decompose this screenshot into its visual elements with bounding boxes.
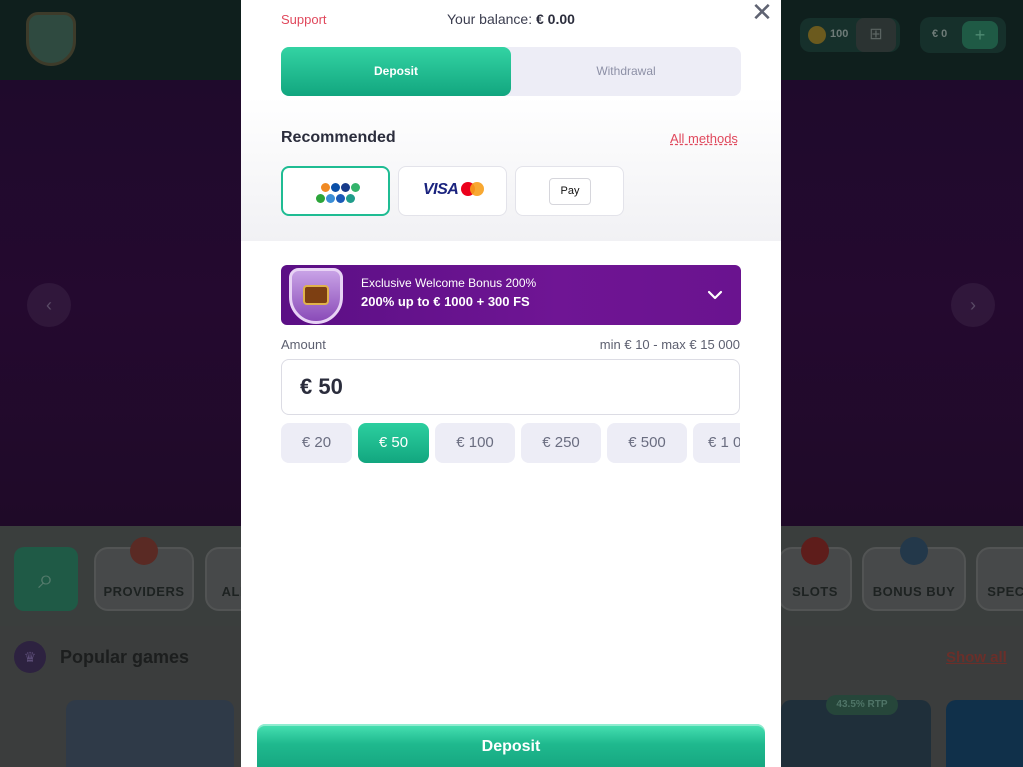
close-icon[interactable]: ✕: [750, 0, 774, 25]
welcome-bonus-selector[interactable]: Exclusive Welcome Bonus 200% 200% up to …: [281, 265, 741, 325]
game-tile: [66, 700, 234, 767]
category-label: SLOTS: [792, 584, 838, 599]
site-logo: [26, 12, 76, 66]
category-special: SPEC: [976, 547, 1023, 611]
deposit-button[interactable]: Deposit: [257, 724, 765, 767]
bonus-title: Exclusive Welcome Bonus 200%: [361, 276, 537, 290]
category-bonus-buy: BONUS BUY: [862, 537, 966, 611]
quick-amounts: € 20 € 50 € 100 € 250 € 500 € 1 000: [281, 423, 740, 463]
visa-icon: VISA: [423, 181, 459, 198]
amount-label: Amount: [281, 337, 326, 352]
quick-amount-100[interactable]: € 100: [435, 423, 515, 463]
crown-icon: ♛: [14, 641, 46, 673]
banner-next-icon: ›: [951, 283, 995, 327]
category-providers: PROVIDERS: [94, 537, 194, 611]
category-slots: SLOTS: [778, 537, 852, 611]
bonus-shield-icon: [289, 268, 343, 324]
joystick-icon: [130, 537, 158, 565]
payment-method-bank-transfer[interactable]: [281, 166, 390, 216]
quick-amount-500[interactable]: € 500: [607, 423, 687, 463]
amount-limits: min € 10 - max € 15 000: [599, 337, 740, 352]
popular-title: Popular games: [60, 647, 190, 667]
coin-icon: [808, 26, 826, 44]
bank-logos-icon: [313, 180, 363, 206]
apple-pay-label: Pay: [560, 185, 580, 197]
rtp-badge: 43.5% RTP: [826, 695, 898, 715]
balance-display: Your balance: € 0.00: [447, 11, 575, 27]
wallet-widget: € 0 +: [920, 17, 1006, 53]
search-icon: ⌕: [14, 547, 78, 611]
deposit-withdrawal-tabs: Deposit Withdrawal: [281, 47, 741, 96]
banner-prev-icon: ‹: [27, 283, 71, 327]
quick-amount-1000[interactable]: € 1 000: [693, 423, 740, 463]
tab-withdrawal[interactable]: Withdrawal: [511, 47, 741, 96]
chevron-down-icon: [707, 290, 723, 300]
apple-pay-icon: Pay: [549, 178, 591, 205]
balance-label: Your balance:: [447, 11, 533, 27]
cherry-icon: [801, 537, 829, 565]
support-link[interactable]: Support: [281, 12, 327, 27]
all-methods-link[interactable]: All methods: [670, 131, 738, 146]
wallet-plus-button: +: [962, 21, 998, 49]
deposit-modal: Support Your balance: € 0.00 ✕ Deposit W…: [241, 0, 781, 767]
recommended-title: Recommended: [281, 129, 396, 146]
category-label: SPEC: [987, 584, 1023, 599]
payment-method-apple-pay[interactable]: Pay: [515, 166, 624, 216]
coin-count: 100: [830, 28, 849, 40]
tab-deposit[interactable]: Deposit: [281, 47, 511, 96]
gift-icon: ⊞: [856, 18, 896, 52]
category-label: BONUS BUY: [872, 584, 956, 599]
quick-amount-50[interactable]: € 50: [358, 423, 429, 463]
coins-widget: 100 ⊞: [800, 18, 900, 52]
wallet-amount: € 0: [932, 28, 948, 40]
balance-value: € 0.00: [536, 11, 575, 27]
quick-amount-250[interactable]: € 250: [521, 423, 601, 463]
bonus-subtitle: 200% up to € 1000 + 300 FS: [361, 294, 530, 309]
category-label: PROVIDERS: [103, 584, 185, 599]
amount-input[interactable]: € 50: [281, 359, 740, 415]
treasure-chest-icon: [303, 285, 329, 305]
quick-amount-20[interactable]: € 20: [281, 423, 352, 463]
show-all-link: Show all: [946, 649, 1007, 666]
chest-icon: [900, 537, 928, 565]
game-tile: [946, 700, 1023, 767]
payment-method-visa-mastercard[interactable]: VISA: [398, 166, 507, 216]
